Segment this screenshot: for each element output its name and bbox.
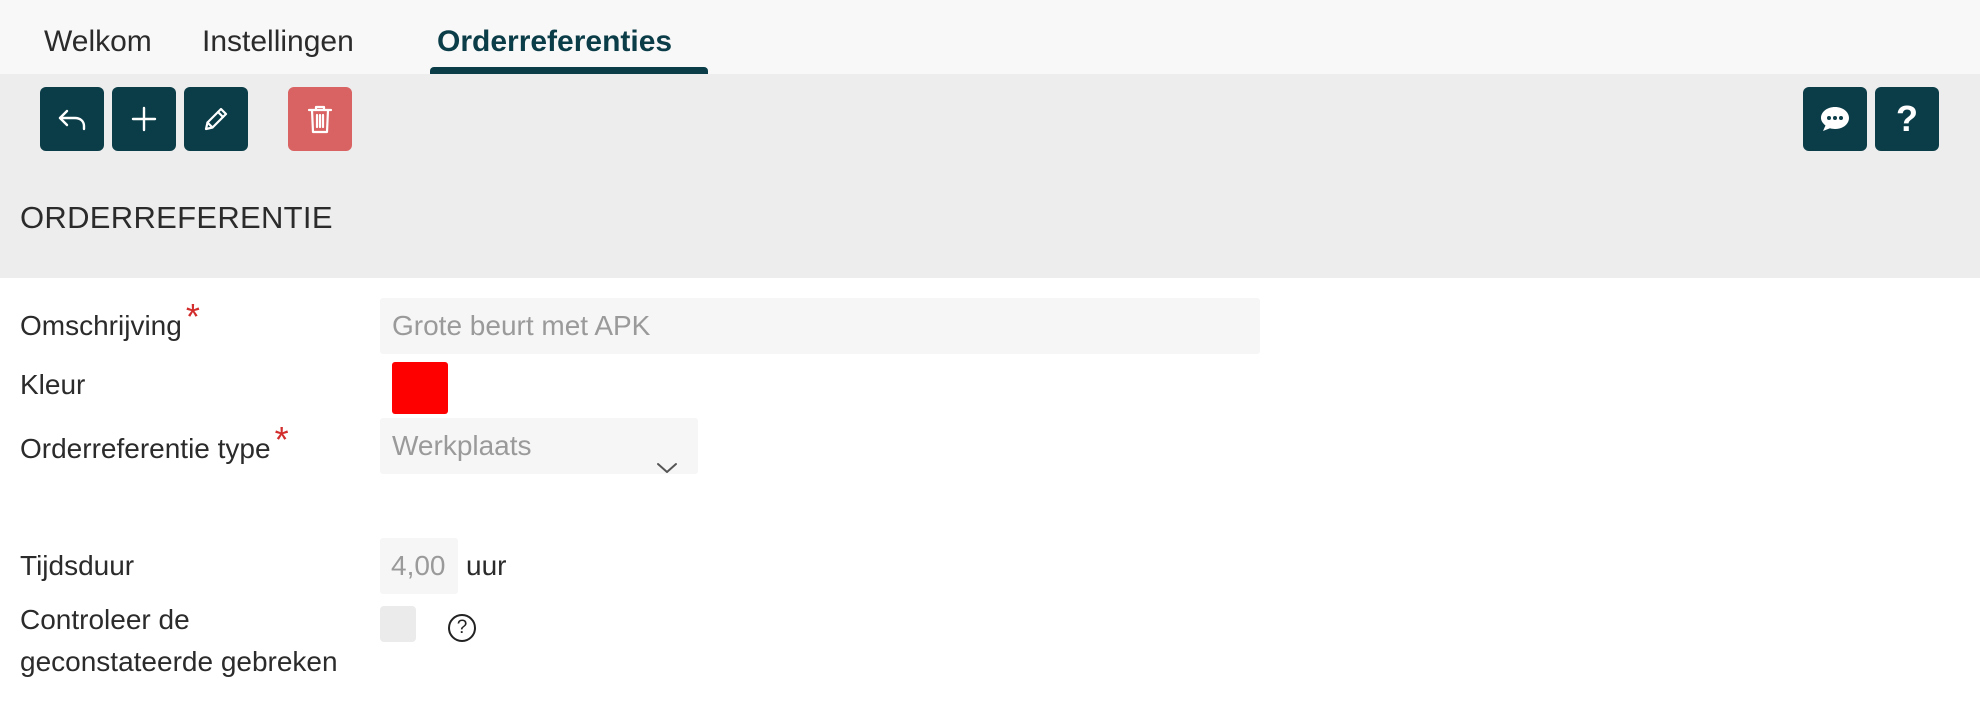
page-title: ORDERREFERENTIE [20, 200, 333, 235]
pencil-icon [200, 103, 232, 135]
chat-button[interactable] [1803, 87, 1867, 151]
undo-arrow-icon [55, 102, 89, 136]
help-circle-glyph: ? [456, 617, 468, 638]
orderreferentie-type-value: Werkplaats [392, 430, 532, 461]
controleer-checkbox[interactable] [380, 606, 416, 642]
chevron-down-icon [656, 438, 678, 494]
chat-bubble-icon [1818, 103, 1852, 135]
color-swatch[interactable] [392, 362, 448, 414]
tab-welkom[interactable]: Welkom [44, 22, 152, 62]
controleer-label-line2: geconstateerde gebreken [20, 646, 338, 677]
omschrijving-input[interactable]: Grote beurt met APK [380, 298, 1260, 354]
add-button[interactable] [112, 87, 176, 151]
help-circle-icon[interactable]: ? [448, 614, 476, 642]
active-tab-indicator [430, 67, 708, 74]
plus-icon [129, 104, 159, 134]
help-button[interactable]: ? [1875, 87, 1939, 151]
tijdsduur-label: Tijdsduur [20, 550, 135, 581]
delete-button[interactable] [288, 87, 352, 151]
kleur-label: Kleur [20, 369, 86, 400]
orderreferentie-type-label: Orderreferentie type * [20, 419, 289, 464]
tijdsduur-unit: uur [466, 550, 507, 581]
tijdsduur-input[interactable]: 4,00 [380, 538, 458, 594]
orderreferentie-type-select[interactable]: Werkplaats [380, 418, 698, 474]
tijdsduur-value: 4,00 [391, 550, 446, 581]
tab-orderreferenties[interactable]: Orderreferenties [437, 22, 672, 62]
omschrijving-value: Grote beurt met APK [392, 310, 651, 341]
trash-icon [305, 103, 335, 135]
required-marker: * [274, 419, 289, 460]
controleer-label-line1: Controleer de [20, 604, 190, 635]
tab-instellingen[interactable]: Instellingen [202, 22, 354, 62]
tab-bar: Welkom Instellingen Orderreferenties [0, 0, 1980, 74]
omschrijving-label: Omschrijving * [20, 296, 200, 341]
back-button[interactable] [40, 87, 104, 151]
page-header: ? ORDERREFERENTIE [0, 74, 1980, 278]
edit-button[interactable] [184, 87, 248, 151]
question-icon: ? [1896, 98, 1918, 139]
required-marker: * [185, 296, 200, 337]
